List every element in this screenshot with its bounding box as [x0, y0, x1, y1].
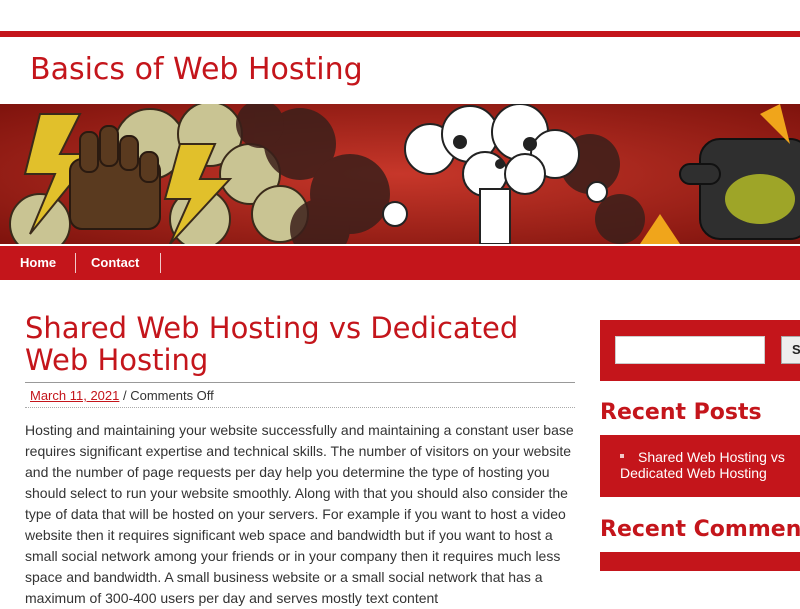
- nav-contact[interactable]: Contact: [91, 246, 139, 280]
- comments-status: Comments Off: [130, 388, 214, 403]
- recent-posts-widget: Shared Web Hosting vs Dedicated Web Host…: [600, 435, 800, 497]
- recent-post-link[interactable]: Shared Web Hosting vs Dedicated Web Host…: [620, 449, 785, 481]
- main-content: Shared Web Hosting vs Dedicated Web Host…: [25, 312, 575, 609]
- meta-separator: /: [119, 388, 131, 403]
- recent-post-item[interactable]: Shared Web Hosting vs Dedicated Web Host…: [620, 449, 800, 481]
- main-nav: Home Contact: [0, 246, 800, 280]
- post-title[interactable]: Shared Web Hosting vs Dedicated Web Host…: [25, 312, 575, 376]
- post-meta: March 11, 2021 / Comments Off: [25, 382, 575, 408]
- search-input[interactable]: [615, 336, 765, 364]
- nav-divider: [160, 253, 161, 273]
- recent-posts-title: Recent Posts: [600, 400, 762, 425]
- top-accent-bar: [0, 31, 800, 37]
- search-widget: Search: [600, 320, 800, 381]
- nav-home[interactable]: Home: [20, 246, 56, 280]
- post-date-link[interactable]: March 11, 2021: [30, 388, 119, 403]
- header-banner: [0, 104, 800, 244]
- recent-comments-title: Recent Comments: [600, 517, 800, 542]
- bullet-icon: [620, 454, 624, 459]
- post-body: Hosting and maintaining your website suc…: [25, 422, 574, 606]
- site-title[interactable]: Basics of Web Hosting: [30, 52, 363, 87]
- nav-divider: [75, 253, 76, 273]
- recent-comments-widget: [600, 552, 800, 571]
- search-button[interactable]: Search: [781, 336, 800, 364]
